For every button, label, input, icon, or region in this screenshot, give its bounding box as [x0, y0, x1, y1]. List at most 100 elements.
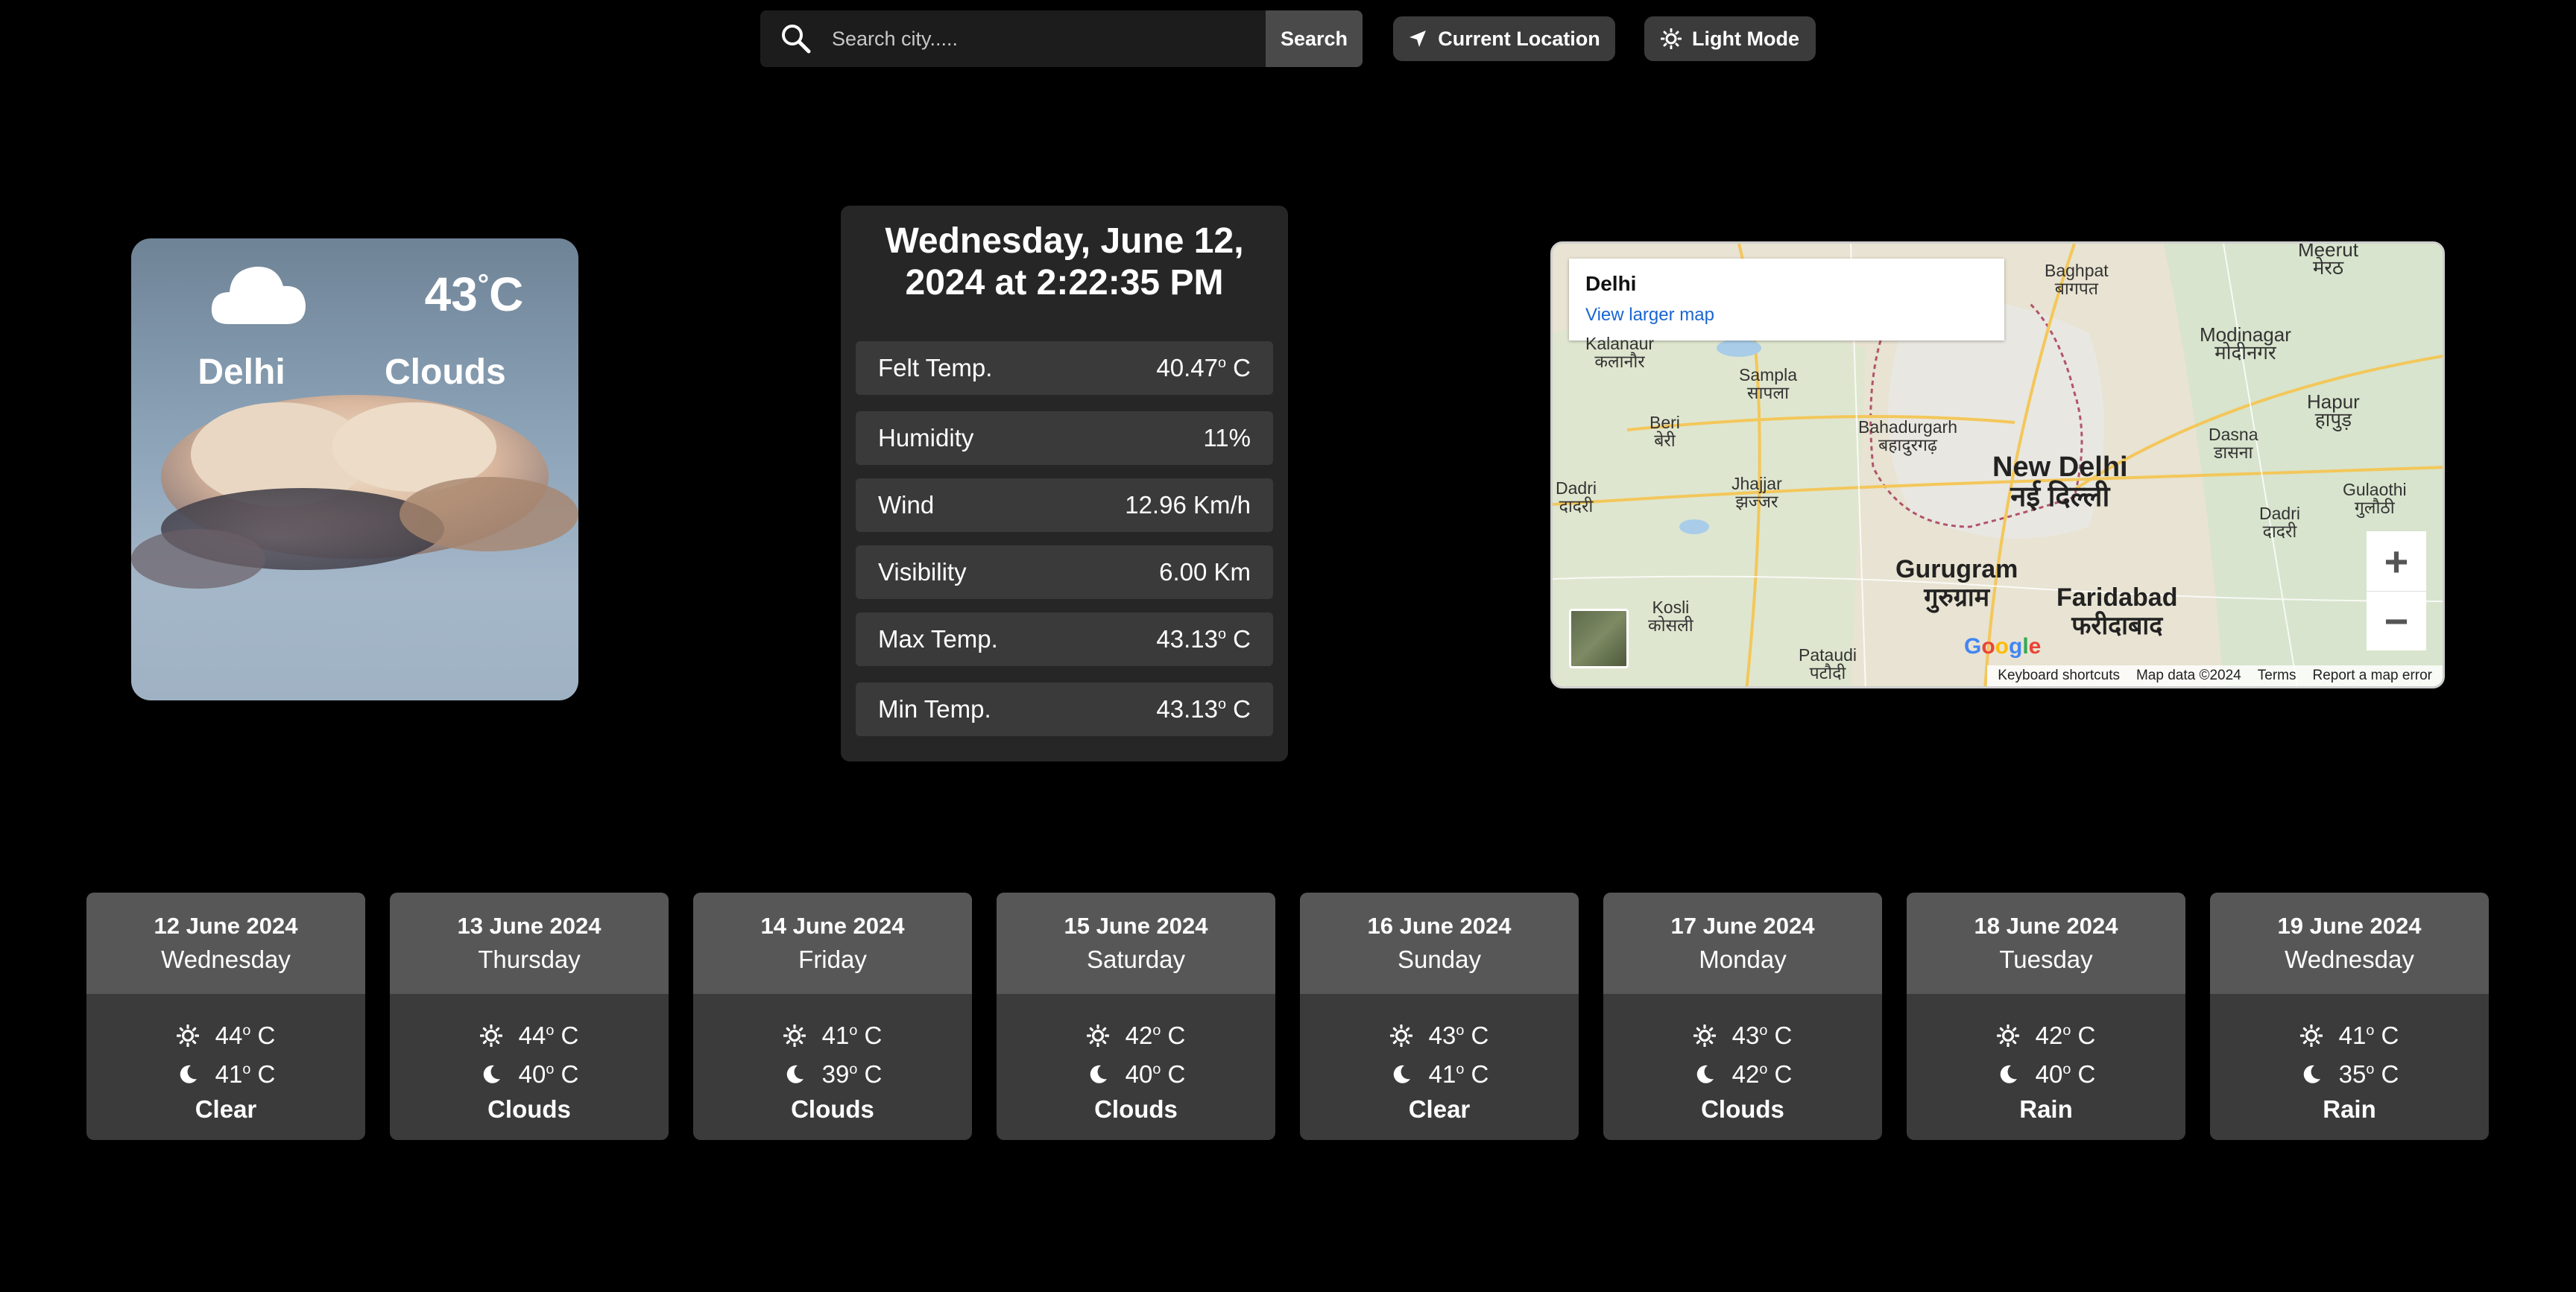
map-label-kalanaur: Kalanaur कलानौर	[1585, 334, 1655, 371]
forecast-card-body: 41o C 39o C Clouds	[693, 994, 972, 1124]
report-map-error-link[interactable]: Report a map error	[2312, 668, 2432, 684]
detail-row-min-temp: Min Temp. 43.13o C	[856, 683, 1273, 736]
search-input[interactable]	[832, 10, 1266, 67]
forecast-date: 15 June 2024	[1064, 913, 1208, 939]
current-temperature: 43°C	[424, 267, 524, 321]
map-zoom-out-button[interactable]: −	[2367, 591, 2426, 650]
forecast-night-temp: 35o C	[2300, 1055, 2399, 1094]
forecast-card-header: 13 June 2024 Thursday	[390, 893, 669, 994]
map-label-hapur: Hapur हापुड़	[2307, 390, 2360, 431]
map-label-modinagar: Modinagar मोदीनगर	[2200, 323, 2291, 364]
forecast-night-temp: 39o C	[783, 1055, 882, 1094]
detail-row-max-temp: Max Temp. 43.13o C	[856, 612, 1273, 666]
light-mode-label: Light Mode	[1692, 27, 1799, 50]
cloud-background-image	[131, 395, 578, 589]
forecast-date: 13 June 2024	[457, 913, 602, 939]
forecast-night-temp: 40o C	[1087, 1055, 1185, 1094]
sun-icon	[479, 1025, 502, 1047]
map-zoom-in-button[interactable]: +	[2367, 531, 2426, 591]
forecast-condition: Clouds	[1701, 1095, 1784, 1123]
forecast-condition: Rain	[2019, 1095, 2073, 1123]
search-bar: Search	[760, 10, 1363, 67]
forecast-date: 18 June 2024	[1974, 913, 2118, 939]
forecast-card-body: 44o C 40o C Clouds	[390, 994, 669, 1124]
search-icon[interactable]	[760, 10, 832, 67]
forecast-day: Tuesday	[1999, 946, 2093, 973]
forecast-condition: Rain	[2323, 1095, 2376, 1123]
sun-icon	[176, 1025, 199, 1047]
map-footer: Keyboard shortcuts Map data ©2024 Terms …	[1987, 665, 2443, 686]
forecast-day: Sunday	[1398, 946, 1481, 973]
moon-icon	[180, 1065, 197, 1083]
moon-icon	[1393, 1065, 1410, 1083]
detail-row-wind: Wind 12.96 Km/h	[856, 478, 1273, 532]
forecast-card-body: 44o C 41o C Clear	[86, 994, 365, 1124]
forecast-condition: Clouds	[1094, 1095, 1178, 1123]
moon-icon	[2303, 1065, 2320, 1083]
map-satellite-toggle[interactable]	[1569, 609, 1629, 668]
forecast-card: 18 June 2024 Tuesday 42o C 40o C Rain	[1907, 893, 2185, 1140]
forecast-card-body: 42o C 40o C Rain	[1907, 994, 2185, 1124]
forecast-night-temp: 41o C	[1390, 1055, 1489, 1094]
forecast-card-header: 14 June 2024 Friday	[693, 893, 972, 994]
map-label-bahadurgarh: Bahadurgarh बहादुरगढ़	[1858, 417, 1957, 455]
forecast-day: Wednesday	[2285, 946, 2414, 973]
forecast-card-body: 41o C 35o C Rain	[2210, 994, 2489, 1124]
sun-icon	[1661, 28, 1682, 49]
forecast-night-temp: 40o C	[480, 1055, 578, 1094]
search-button[interactable]: Search	[1266, 10, 1363, 67]
forecast-condition: Clouds	[487, 1095, 571, 1123]
weather-details-panel: Wednesday, June 12, 2024 at 2:22:35 PM F…	[841, 206, 1288, 761]
google-logo: Google	[1964, 634, 2042, 659]
forecast-date: 16 June 2024	[1367, 913, 1512, 939]
forecast-day: Saturday	[1086, 946, 1186, 973]
forecast-day-temp: 42o C	[1086, 1016, 1185, 1055]
moon-icon	[483, 1065, 500, 1083]
map-label-sampla: Sampla सापला	[1739, 365, 1797, 402]
forecast-card: 17 June 2024 Monday 43o C 42o C Clouds	[1603, 893, 1882, 1140]
forecast-card: 12 June 2024 Wednesday 44o C 41o C Clear	[86, 893, 365, 1140]
sun-icon	[2299, 1025, 2323, 1047]
forecast-card-header: 15 June 2024 Saturday	[997, 893, 1275, 994]
map-label-dadri-east: Dadri दादरी	[2259, 504, 2300, 541]
forecast-date: 14 June 2024	[760, 913, 905, 939]
current-location-label: Current Location	[1438, 27, 1600, 50]
map-embed[interactable]: Delhi View larger map New Delhi नई दिल्ली…	[1550, 241, 2445, 688]
forecast-card-body: 42o C 40o C Clouds	[997, 994, 1275, 1124]
sun-icon	[1996, 1025, 2019, 1047]
forecast-day-temp: 42o C	[1996, 1016, 2095, 1055]
map-label-pataudi: Pataudi पटौदी	[1799, 645, 1857, 683]
sun-icon	[1086, 1025, 1109, 1047]
light-mode-button[interactable]: Light Mode	[1644, 16, 1816, 61]
map-label-meerut: Meerut मेरठ	[2298, 241, 2358, 279]
map-label-new-delhi: New Delhi नई दिल्ली	[1992, 452, 2128, 513]
current-location-button[interactable]: Current Location	[1393, 16, 1615, 61]
forecast-date: 17 June 2024	[1670, 913, 1815, 939]
forecast-card: 14 June 2024 Friday 41o C 39o C Clouds	[693, 893, 972, 1140]
forecast-day: Friday	[798, 946, 867, 973]
forecast-card-header: 18 June 2024 Tuesday	[1907, 893, 2185, 994]
forecast-card: 19 June 2024 Wednesday 41o C 35o C Rain	[2210, 893, 2489, 1140]
forecast-card-header: 16 June 2024 Sunday	[1300, 893, 1579, 994]
keyboard-shortcuts-link[interactable]: Keyboard shortcuts	[1998, 668, 2120, 684]
forecast-card: 13 June 2024 Thursday 44o C 40o C Clouds	[390, 893, 669, 1140]
forecast-condition: Clear	[1408, 1095, 1471, 1123]
map-label-dadri-west: Dadri दादरी	[1556, 478, 1597, 516]
map-popup-title: Delhi	[1585, 272, 1637, 295]
map-label-dasna: Dasna डासना	[2209, 425, 2258, 462]
moon-icon	[1696, 1065, 1714, 1083]
terms-link[interactable]: Terms	[2258, 668, 2296, 684]
forecast-condition: Clouds	[791, 1095, 874, 1123]
sun-icon	[1693, 1025, 1716, 1047]
map-label-kosli: Kosli कोसली	[1648, 598, 1693, 635]
forecast-card: 16 June 2024 Sunday 43o C 41o C Clear	[1300, 893, 1579, 1140]
current-condition: Clouds	[385, 352, 506, 392]
forecast-card-body: 43o C 41o C Clear	[1300, 994, 1579, 1124]
detail-row-visibility: Visibility 6.00 Km	[856, 545, 1273, 599]
forecast-day-temp: 41o C	[2299, 1016, 2399, 1055]
map-label-jhajjar: Jhajjar झज्जर	[1731, 474, 1782, 511]
moon-icon	[2000, 1065, 2017, 1083]
forecast-condition: Clear	[195, 1095, 257, 1123]
forecast-day-temp: 41o C	[783, 1016, 882, 1055]
view-larger-map-link[interactable]: View larger map	[1585, 305, 1988, 326]
